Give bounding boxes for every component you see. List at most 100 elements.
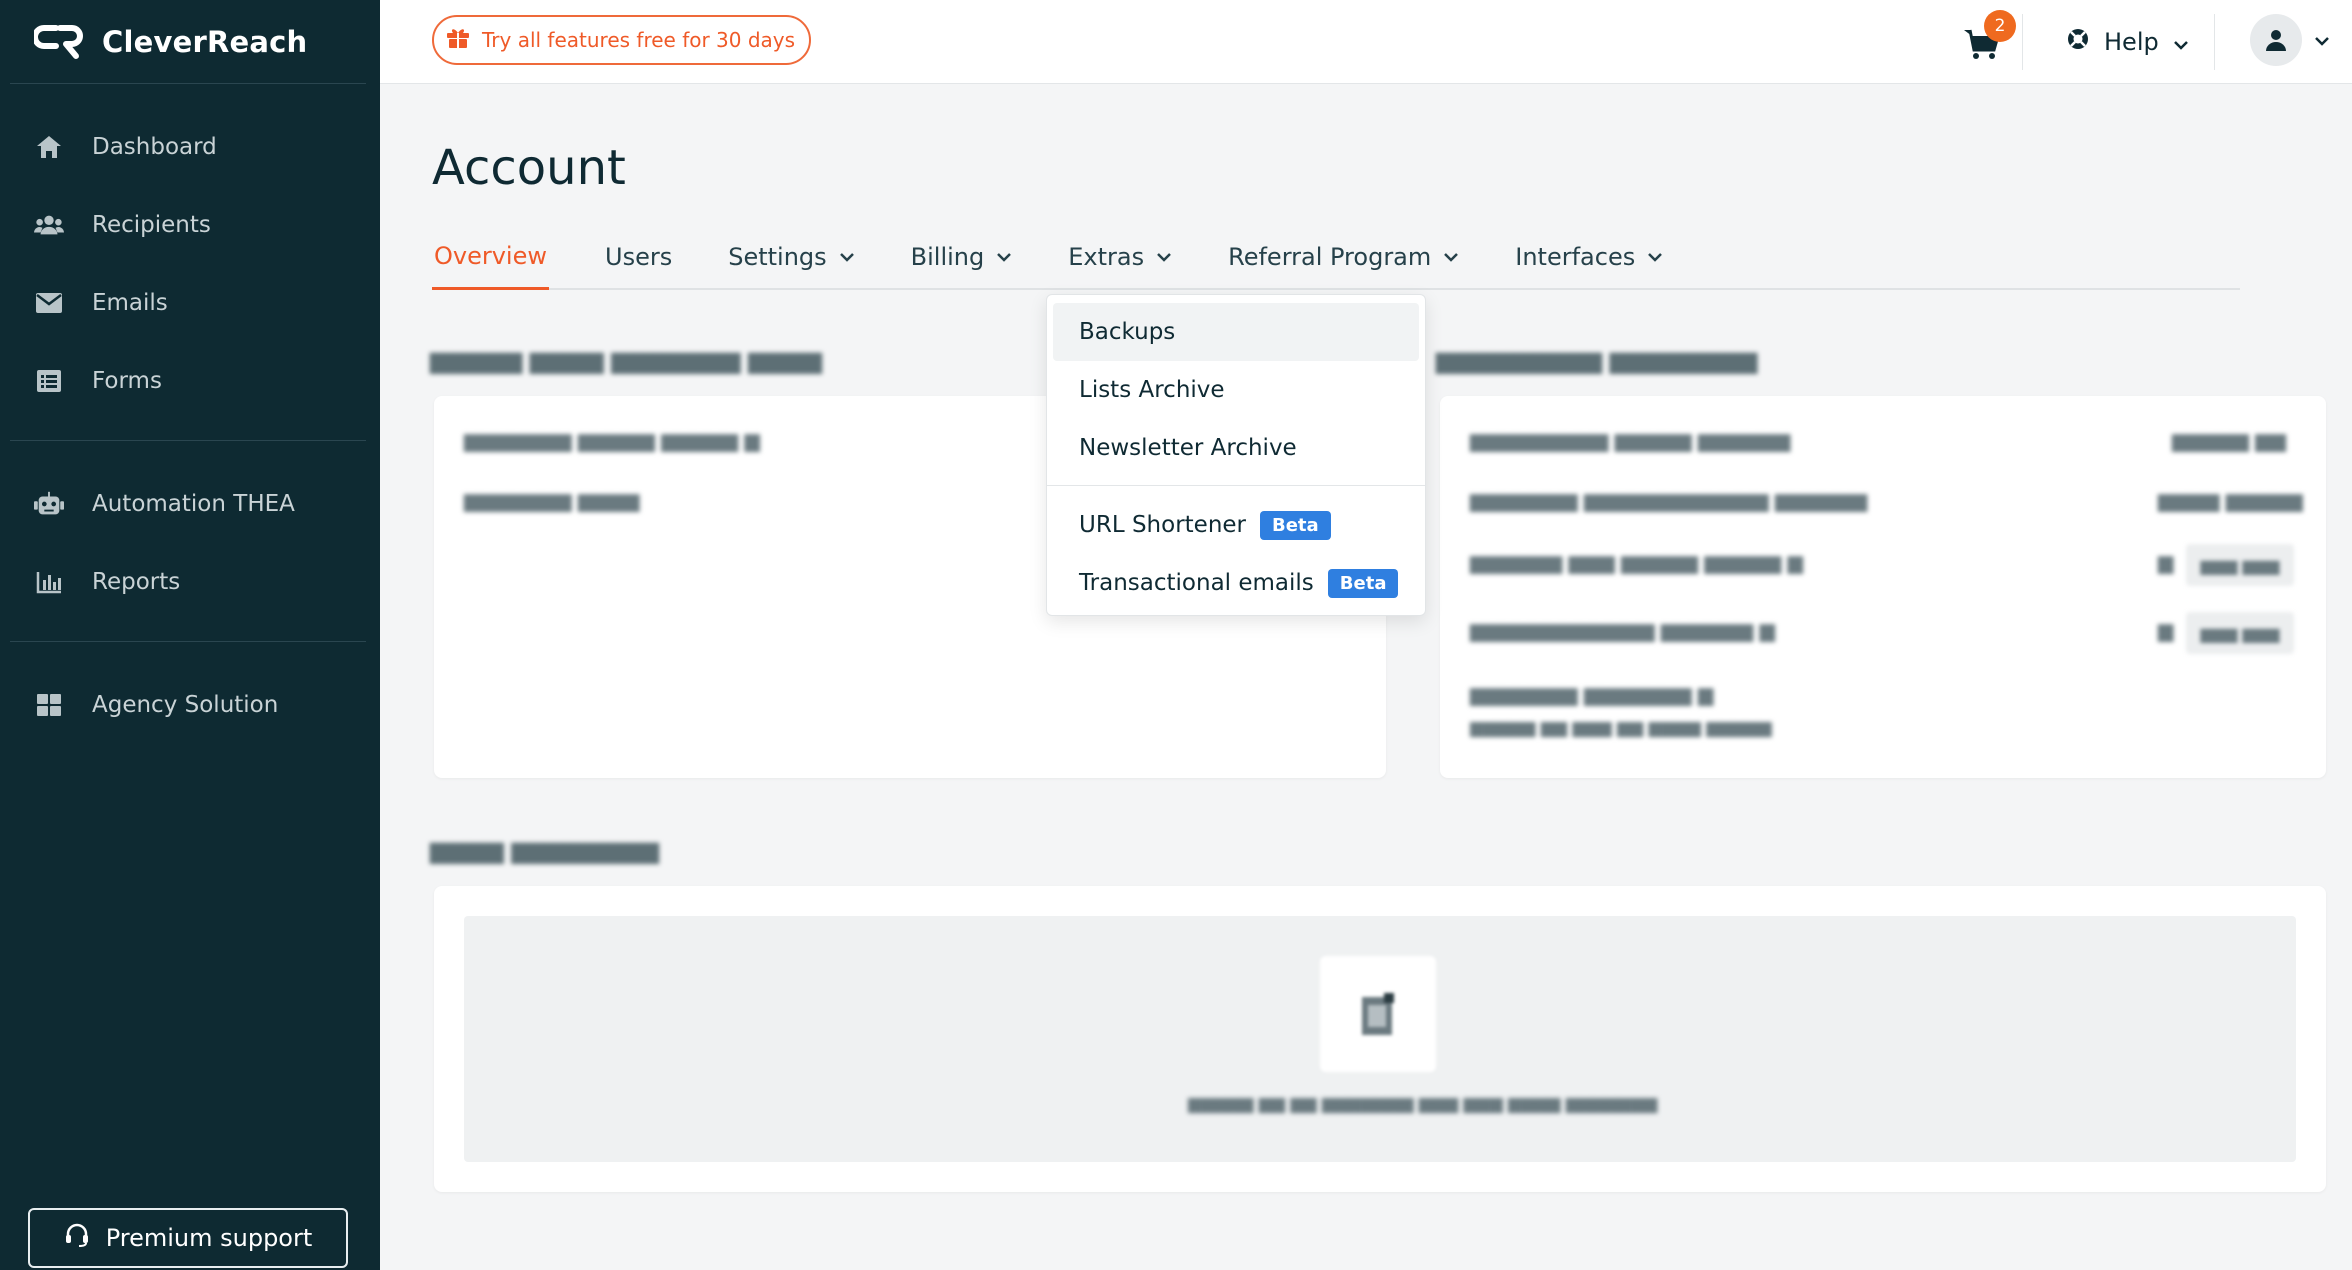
menu-item-label: Lists Archive: [1079, 377, 1225, 403]
menu-item-backups[interactable]: Backups: [1053, 303, 1419, 361]
menu-item-label: Transactional emails: [1079, 570, 1314, 596]
menu-item-label: Backups: [1079, 319, 1176, 345]
sidebar-group-automation: Automation THEA Reports: [10, 441, 366, 642]
tab-billing[interactable]: Billing: [911, 232, 1013, 290]
chevron-down-icon: [1157, 253, 1171, 262]
price-plan-heading-redacted: ▆▆▆▆▆ ▆▆▆▆ ▆▆▆▆▆▆▆ ▆▆▆▆: [430, 346, 823, 374]
redacted-text: ▆▆▆▆▆▆▆▆▆▆▆▆ ▆▆▆▆▆▆ ▆: [1470, 618, 1775, 642]
sidebar-item-label: Automation THEA: [92, 491, 295, 517]
user-icon: [2266, 30, 2286, 51]
tab-interfaces[interactable]: Interfaces: [1515, 232, 1663, 290]
sidebar-item-label: Agency Solution: [92, 692, 279, 718]
tab-label: Settings: [728, 243, 827, 271]
sidebar-item-label: Dashboard: [92, 134, 217, 160]
free-trial-label: Try all features free for 30 days: [482, 28, 796, 52]
redacted-text: ▆▆▆▆ ▆▆▆▆▆: [2158, 488, 2303, 512]
account-tabs: Overview Users Settings Billing Extras R…: [432, 232, 2240, 290]
tab-label: Users: [605, 243, 673, 271]
sidebar-item-emails[interactable]: Emails: [10, 264, 366, 342]
redacted-text: ▆▆▆▆▆▆▆▆▆ ▆▆▆▆▆ ▆▆▆▆▆▆: [1470, 428, 1791, 452]
form-icon: [34, 366, 64, 396]
chart-icon: [34, 567, 64, 597]
redacted-text: ▆: [2158, 550, 2174, 574]
redacted-text: ▆▆▆▆▆ ▆▆: [2172, 428, 2287, 452]
chevron-down-icon: [997, 253, 1012, 262]
menu-item-transactional-emails[interactable]: Transactional emails Beta: [1053, 554, 1419, 612]
tab-users[interactable]: Users: [605, 232, 672, 290]
redacted-text: ▆▆▆▆▆ ▆▆ ▆▆ ▆▆▆▆▆▆▆ ▆▆▆ ▆▆▆ ▆▆▆▆ ▆▆▆▆▆▆▆: [1188, 1094, 1658, 1114]
grid-icon: [34, 690, 64, 720]
redacted-buy-button[interactable]: ▆▆▆ ▆▆▆: [2186, 544, 2294, 586]
headset-icon: [64, 1222, 90, 1254]
home-icon: [34, 132, 64, 162]
menu-item-label: Newsletter Archive: [1079, 435, 1297, 461]
chevron-down-icon: [1444, 253, 1459, 262]
help-label: Help: [2104, 28, 2159, 56]
user-menu-button[interactable]: [2250, 14, 2330, 66]
redacted-text: ▆▆▆▆▆ ▆▆ ▆▆▆ ▆▆ ▆▆▆▆ ▆▆▆▆▆: [1470, 718, 1772, 738]
sidebar-item-reports[interactable]: Reports: [10, 543, 366, 621]
redacted-text: ▆▆▆▆▆▆▆ ▆▆▆▆▆ ▆▆▆▆▆ ▆: [464, 428, 760, 452]
additional-features-heading-redacted: ▆▆▆▆▆▆▆▆▆ ▆▆▆▆▆▆▆▆: [1436, 346, 1758, 374]
tab-overview[interactable]: Overview: [432, 232, 549, 290]
cart-button[interactable]: 2: [1962, 10, 2016, 62]
tab-extras[interactable]: Extras: [1068, 232, 1172, 290]
tab-label: Extras: [1068, 243, 1145, 271]
sidebar-group-main: Dashboard Recipients Emails Forms: [10, 84, 366, 441]
extras-dropdown-menu: Backups Lists Archive Newsletter Archive…: [1046, 294, 1426, 616]
tab-label: Referral Program: [1228, 243, 1432, 271]
tab-referral-program[interactable]: Referral Program: [1228, 232, 1459, 290]
chevron-down-icon: [1648, 253, 1663, 262]
robot-icon: [34, 489, 64, 519]
sidebar-item-agency-solution[interactable]: Agency Solution: [10, 666, 366, 744]
chevron-down-icon: [839, 253, 854, 262]
chevron-down-icon: [2173, 28, 2189, 56]
cleverreach-logo-icon: [34, 24, 83, 59]
envelope-icon: [34, 288, 64, 318]
sidebar-item-automation-thea[interactable]: Automation THEA: [10, 465, 366, 543]
tab-label: Overview: [434, 241, 547, 270]
redacted-text: ▆▆▆▆▆▆▆ ▆▆▆▆▆▆▆▆▆▆▆▆ ▆▆▆▆▆▆: [1470, 488, 1868, 512]
sidebar-item-label: Recipients: [92, 212, 211, 238]
document-icon: [1320, 956, 1436, 1072]
redacted-buy-button[interactable]: ▆▆▆ ▆▆▆: [2186, 612, 2294, 654]
chevron-down-icon: [2314, 31, 2330, 50]
cart-count-badge: 2: [1984, 10, 2016, 42]
sidebar: CleverReach Dashboard Recipients Emails …: [0, 0, 380, 1270]
page-title: Account: [432, 140, 626, 196]
beta-badge: Beta: [1260, 510, 1331, 540]
sidebar-item-label: Forms: [92, 368, 162, 394]
brand-name: CleverReach: [102, 24, 308, 59]
sidebar-item-recipients[interactable]: Recipients: [10, 186, 366, 264]
additional-features-card: ▆▆▆▆▆▆▆▆▆ ▆▆▆▆▆ ▆▆▆▆▆▆ ▆▆▆▆▆ ▆▆ ▆▆▆▆▆▆▆ …: [1440, 396, 2326, 778]
sidebar-item-label: Reports: [92, 569, 181, 595]
topbar: Try all features free for 30 days 2 Help: [380, 0, 2352, 84]
menu-item-lists-archive[interactable]: Lists Archive: [1053, 361, 1419, 419]
users-icon: [34, 210, 64, 240]
menu-item-url-shortener[interactable]: URL Shortener Beta: [1053, 496, 1419, 554]
help-menu-button[interactable]: Help: [2066, 22, 2189, 62]
sidebar-item-dashboard[interactable]: Dashboard: [10, 108, 366, 186]
brand-logo[interactable]: CleverReach: [10, 0, 366, 84]
premium-support-button[interactable]: Premium support: [28, 1208, 348, 1268]
tab-settings[interactable]: Settings: [728, 232, 854, 290]
last-invoices-heading-redacted: ▆▆▆▆ ▆▆▆▆▆▆▆▆: [430, 836, 660, 864]
beta-badge: Beta: [1327, 568, 1399, 598]
tab-label: Billing: [910, 243, 985, 271]
sidebar-item-forms[interactable]: Forms: [10, 342, 366, 420]
free-trial-button[interactable]: Try all features free for 30 days: [432, 15, 812, 65]
topbar-divider: [2022, 14, 2023, 70]
tab-label: Interfaces: [1515, 243, 1636, 271]
redacted-text: ▆▆▆▆▆▆▆ ▆▆▆▆▆▆▆ ▆: [1470, 682, 1714, 706]
redacted-text: ▆: [2158, 618, 2174, 642]
menu-item-label: URL Shortener: [1079, 512, 1246, 538]
premium-support-label: Premium support: [105, 1224, 313, 1252]
topbar-divider: [2214, 14, 2215, 70]
gift-icon: [446, 27, 470, 54]
sidebar-group-agency: Agency Solution: [10, 642, 366, 764]
lifebuoy-icon: [2066, 27, 2090, 57]
sidebar-item-label: Emails: [92, 290, 168, 316]
invoices-empty-state: ▆▆▆▆▆ ▆▆ ▆▆ ▆▆▆▆▆▆▆ ▆▆▆ ▆▆▆ ▆▆▆▆ ▆▆▆▆▆▆▆: [464, 916, 2296, 1162]
menu-divider: [1047, 485, 1425, 486]
menu-item-newsletter-archive[interactable]: Newsletter Archive: [1053, 419, 1419, 477]
